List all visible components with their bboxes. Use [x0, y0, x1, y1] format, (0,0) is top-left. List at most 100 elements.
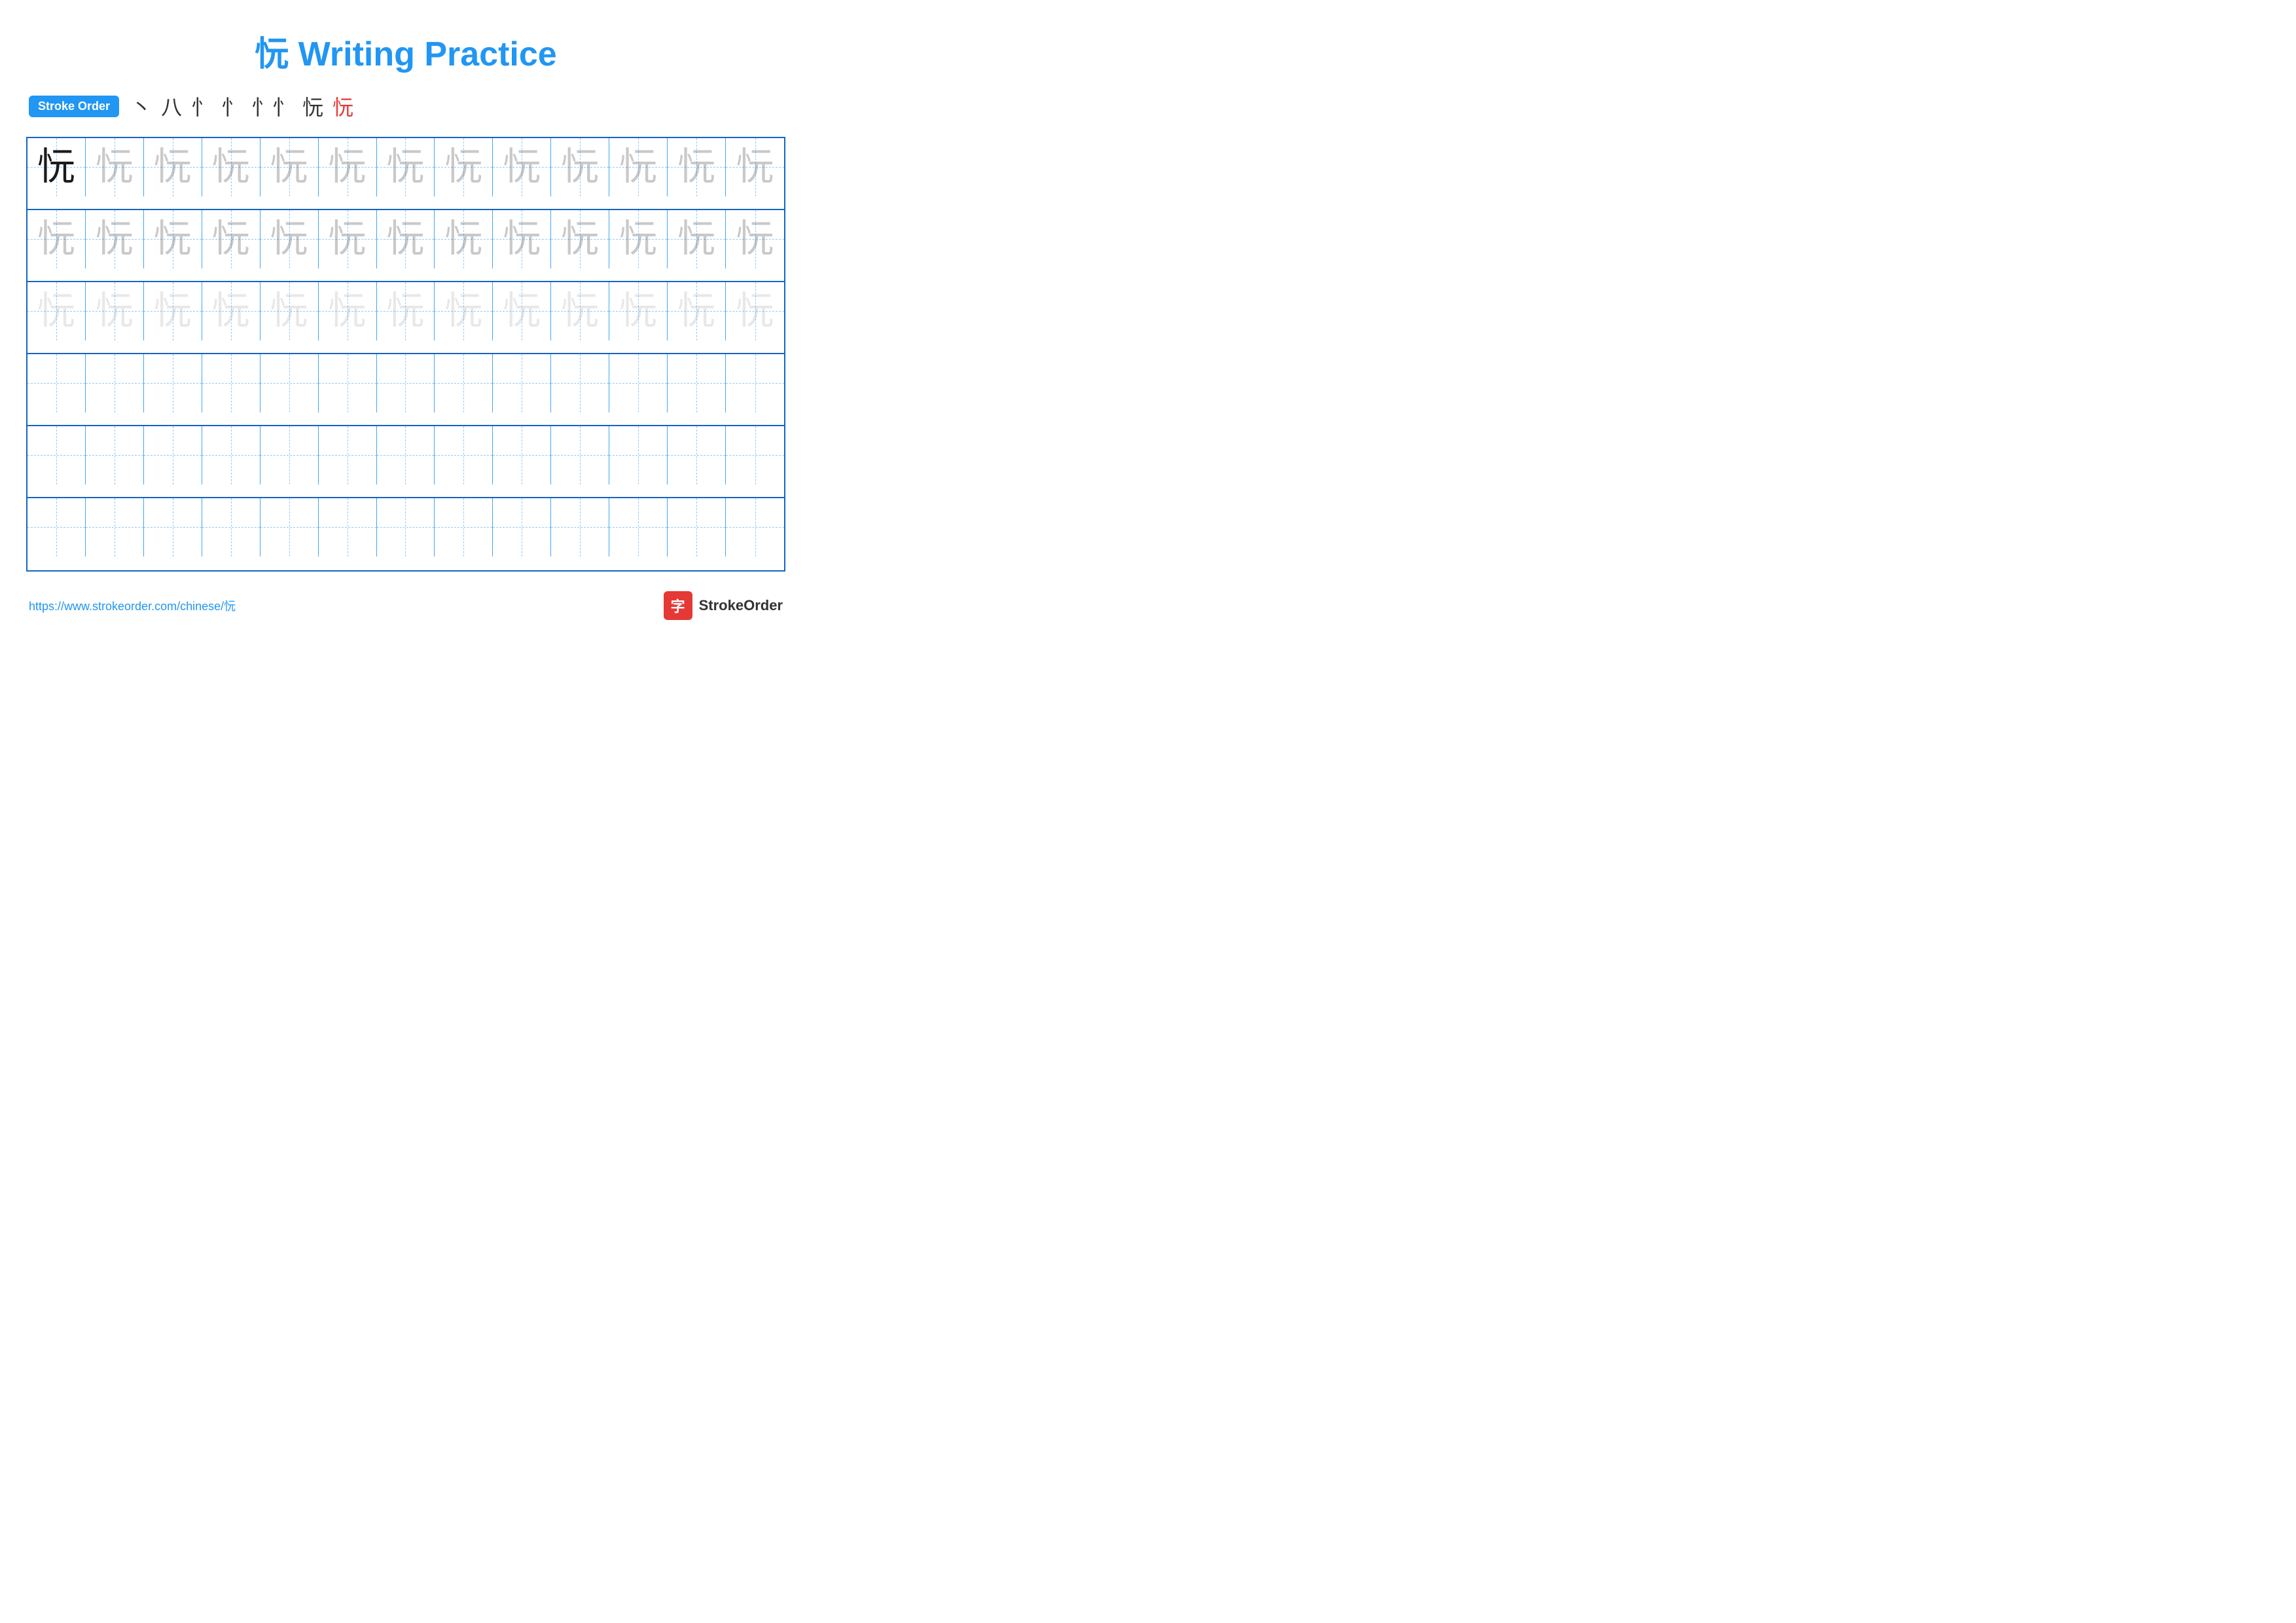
grid-cell-4-8[interactable]: [435, 354, 493, 412]
grid-cell-1-12: 忨: [668, 138, 726, 196]
grid-cell-2-1: 忨: [27, 210, 86, 268]
grid-cell-4-7[interactable]: [377, 354, 435, 412]
grid-cell-5-8[interactable]: [435, 426, 493, 484]
grid-cell-1-6: 忨: [319, 138, 377, 196]
grid-cell-2-6: 忨: [319, 210, 377, 268]
grid-cell-3-10: 忨: [551, 282, 609, 340]
grid-cell-6-6[interactable]: [319, 498, 377, 556]
grid-cell-5-5[interactable]: [260, 426, 319, 484]
stroke-3: 忄: [191, 91, 212, 121]
grid-cell-1-9: 忨: [493, 138, 551, 196]
grid-cell-6-13[interactable]: [726, 498, 784, 556]
stroke-5: 忄忄: [251, 91, 293, 121]
grid-cell-3-13: 忨: [726, 282, 784, 340]
grid-cell-6-8[interactable]: [435, 498, 493, 556]
grid-cell-5-6[interactable]: [319, 426, 377, 484]
grid-cell-2-3: 忨: [144, 210, 202, 268]
grid-cell-3-7: 忨: [377, 282, 435, 340]
footer-url[interactable]: https://www.strokeorder.com/chinese/忨: [29, 597, 236, 614]
grid-cell-6-1[interactable]: [27, 498, 86, 556]
stroke-order-row: Stroke Order 丶 八 忄 忄 忄忄 忨 忨: [26, 91, 785, 121]
grid-cell-1-7: 忨: [377, 138, 435, 196]
grid-cell-6-7[interactable]: [377, 498, 435, 556]
grid-cell-2-9: 忨: [493, 210, 551, 268]
grid-row-3: 忨 忨 忨 忨 忨 忨 忨 忨 忨 忨 忨 忨: [27, 282, 784, 354]
grid-cell-5-7[interactable]: [377, 426, 435, 484]
grid-cell-3-5: 忨: [260, 282, 319, 340]
stroke-6: 忨: [302, 91, 323, 121]
grid-cell-4-6[interactable]: [319, 354, 377, 412]
grid-cell-4-1[interactable]: [27, 354, 86, 412]
grid-cell-3-2: 忨: [86, 282, 144, 340]
stroke-1: 丶: [131, 91, 152, 121]
grid-cell-2-5: 忨: [260, 210, 319, 268]
grid-cell-5-10[interactable]: [551, 426, 609, 484]
grid-cell-1-11: 忨: [609, 138, 668, 196]
grid-cell-2-2: 忨: [86, 210, 144, 268]
grid-cell-1-13: 忨: [726, 138, 784, 196]
page-title: 忨 Writing Practice: [26, 26, 785, 75]
grid-cell-2-7: 忨: [377, 210, 435, 268]
grid-cell-3-1: 忨: [27, 282, 86, 340]
grid-cell-6-12[interactable]: [668, 498, 726, 556]
grid-cell-1-2: 忨: [86, 138, 144, 196]
grid-cell-1-10: 忨: [551, 138, 609, 196]
stroke-chars: 丶 八 忄 忄 忄忄 忨 忨: [131, 91, 353, 121]
grid-cell-5-3[interactable]: [144, 426, 202, 484]
grid-cell-4-4[interactable]: [202, 354, 260, 412]
grid-cell-3-9: 忨: [493, 282, 551, 340]
grid-cell-5-13[interactable]: [726, 426, 784, 484]
grid-cell-2-8: 忨: [435, 210, 493, 268]
grid-cell-5-9[interactable]: [493, 426, 551, 484]
grid-row-5: [27, 426, 784, 498]
grid-cell-5-12[interactable]: [668, 426, 726, 484]
grid-cell-4-2[interactable]: [86, 354, 144, 412]
grid-cell-1-5: 忨: [260, 138, 319, 196]
grid-row-2: 忨 忨 忨 忨 忨 忨 忨 忨 忨 忨 忨 忨: [27, 210, 784, 282]
writing-grid: 忨 忨 忨 忨 忨 忨 忨 忨 忨 忨 忨 忨: [26, 137, 785, 572]
grid-cell-5-4[interactable]: [202, 426, 260, 484]
grid-cell-6-5[interactable]: [260, 498, 319, 556]
grid-cell-6-2[interactable]: [86, 498, 144, 556]
stroke-order-badge: Stroke Order: [29, 96, 119, 117]
grid-cell-1-4: 忨: [202, 138, 260, 196]
stroke-7: 忨: [332, 91, 353, 121]
grid-cell-4-9[interactable]: [493, 354, 551, 412]
grid-cell-2-13: 忨: [726, 210, 784, 268]
grid-cell-4-11[interactable]: [609, 354, 668, 412]
grid-row-4: [27, 354, 784, 426]
grid-cell-2-12: 忨: [668, 210, 726, 268]
grid-cell-3-8: 忨: [435, 282, 493, 340]
stroke-4: 忄: [221, 91, 242, 121]
grid-cell-4-3[interactable]: [144, 354, 202, 412]
grid-cell-4-10[interactable]: [551, 354, 609, 412]
footer: https://www.strokeorder.com/chinese/忨 字 …: [26, 591, 785, 620]
footer-logo: 字 StrokeOrder: [664, 591, 783, 620]
grid-cell-5-11[interactable]: [609, 426, 668, 484]
grid-cell-6-10[interactable]: [551, 498, 609, 556]
stroke-2: 八: [161, 91, 182, 121]
grid-cell-2-4: 忨: [202, 210, 260, 268]
grid-row-6: [27, 498, 784, 570]
grid-cell-4-5[interactable]: [260, 354, 319, 412]
grid-cell-4-12[interactable]: [668, 354, 726, 412]
grid-cell-3-12: 忨: [668, 282, 726, 340]
grid-cell-1-1: 忨: [27, 138, 86, 196]
grid-cell-3-3: 忨: [144, 282, 202, 340]
grid-row-1: 忨 忨 忨 忨 忨 忨 忨 忨 忨 忨 忨 忨: [27, 138, 784, 210]
grid-cell-1-8: 忨: [435, 138, 493, 196]
grid-cell-6-3[interactable]: [144, 498, 202, 556]
grid-cell-6-4[interactable]: [202, 498, 260, 556]
grid-cell-5-1[interactable]: [27, 426, 86, 484]
grid-cell-4-13[interactable]: [726, 354, 784, 412]
grid-cell-2-11: 忨: [609, 210, 668, 268]
footer-logo-icon: 字: [664, 591, 692, 620]
grid-cell-1-3: 忨: [144, 138, 202, 196]
grid-cell-5-2[interactable]: [86, 426, 144, 484]
grid-cell-3-6: 忨: [319, 282, 377, 340]
grid-cell-3-11: 忨: [609, 282, 668, 340]
grid-cell-2-10: 忨: [551, 210, 609, 268]
grid-cell-6-11[interactable]: [609, 498, 668, 556]
grid-cell-6-9[interactable]: [493, 498, 551, 556]
grid-cell-3-4: 忨: [202, 282, 260, 340]
